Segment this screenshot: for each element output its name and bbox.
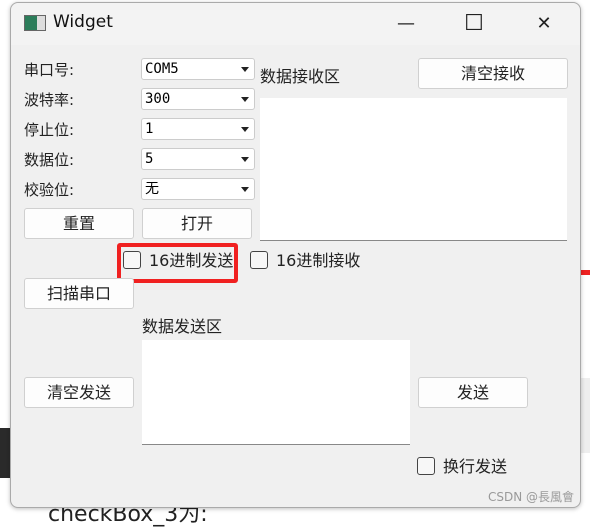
parity-value: 无 xyxy=(145,181,159,197)
baud-value: 300 xyxy=(145,91,171,107)
baud-combo[interactable]: 300 xyxy=(141,88,255,110)
chevron-down-icon xyxy=(241,187,249,192)
data-bits-combo[interactable]: 5 xyxy=(141,148,255,170)
widget-window: Widget — ☐ ✕ 串口号: 波特率: 停止位: 数据位: 校验位: CO… xyxy=(10,2,581,508)
title-bar: Widget — ☐ ✕ xyxy=(11,3,580,45)
data-bits-label: 数据位: xyxy=(24,151,75,169)
clear-send-button[interactable]: 清空发送 xyxy=(24,377,134,408)
newline-send-label: 换行发送 xyxy=(443,457,508,476)
window-title: Widget xyxy=(53,12,113,32)
data-bits-value: 5 xyxy=(145,151,154,167)
port-value: COM5 xyxy=(145,61,179,77)
background-fragment xyxy=(580,378,590,453)
newline-send-checkbox[interactable]: 换行发送 xyxy=(417,453,507,477)
baud-label: 波特率: xyxy=(24,91,75,109)
app-icon xyxy=(24,15,46,31)
open-button[interactable]: 打开 xyxy=(142,208,252,239)
stop-bits-combo[interactable]: 1 xyxy=(141,118,255,140)
minimize-button[interactable]: — xyxy=(386,9,426,39)
port-label: 串口号: xyxy=(24,61,75,79)
checkbox-box[interactable] xyxy=(250,251,268,269)
send-button[interactable]: 发送 xyxy=(418,377,528,408)
background-fragment xyxy=(0,428,10,478)
send-textarea[interactable] xyxy=(142,340,410,445)
hex-receive-label: 16进制接收 xyxy=(276,251,361,270)
checkbox-box[interactable] xyxy=(417,457,435,475)
chevron-down-icon xyxy=(241,127,249,132)
close-button[interactable]: ✕ xyxy=(524,9,564,39)
clear-receive-button[interactable]: 清空接收 xyxy=(418,58,568,89)
highlight-box xyxy=(117,243,238,283)
chevron-down-icon xyxy=(241,67,249,72)
maximize-button[interactable]: ☐ xyxy=(454,9,494,39)
chevron-down-icon xyxy=(241,97,249,102)
reset-button[interactable]: 重置 xyxy=(24,208,134,239)
stop-bits-label: 停止位: xyxy=(24,121,75,139)
port-combo[interactable]: COM5 xyxy=(141,58,255,80)
send-area-label: 数据发送区 xyxy=(142,317,223,336)
stop-bits-value: 1 xyxy=(145,121,154,137)
chevron-down-icon xyxy=(241,157,249,162)
parity-label: 校验位: xyxy=(24,181,75,199)
receive-area-label: 数据接收区 xyxy=(260,67,341,86)
watermark: CSDN @長風會 xyxy=(487,490,574,504)
receive-textarea[interactable] xyxy=(260,98,567,241)
parity-combo[interactable]: 无 xyxy=(141,178,255,200)
scan-port-button[interactable]: 扫描串口 xyxy=(24,278,134,309)
hex-receive-checkbox[interactable]: 16进制接收 xyxy=(250,247,360,271)
background-fragment xyxy=(580,270,590,275)
